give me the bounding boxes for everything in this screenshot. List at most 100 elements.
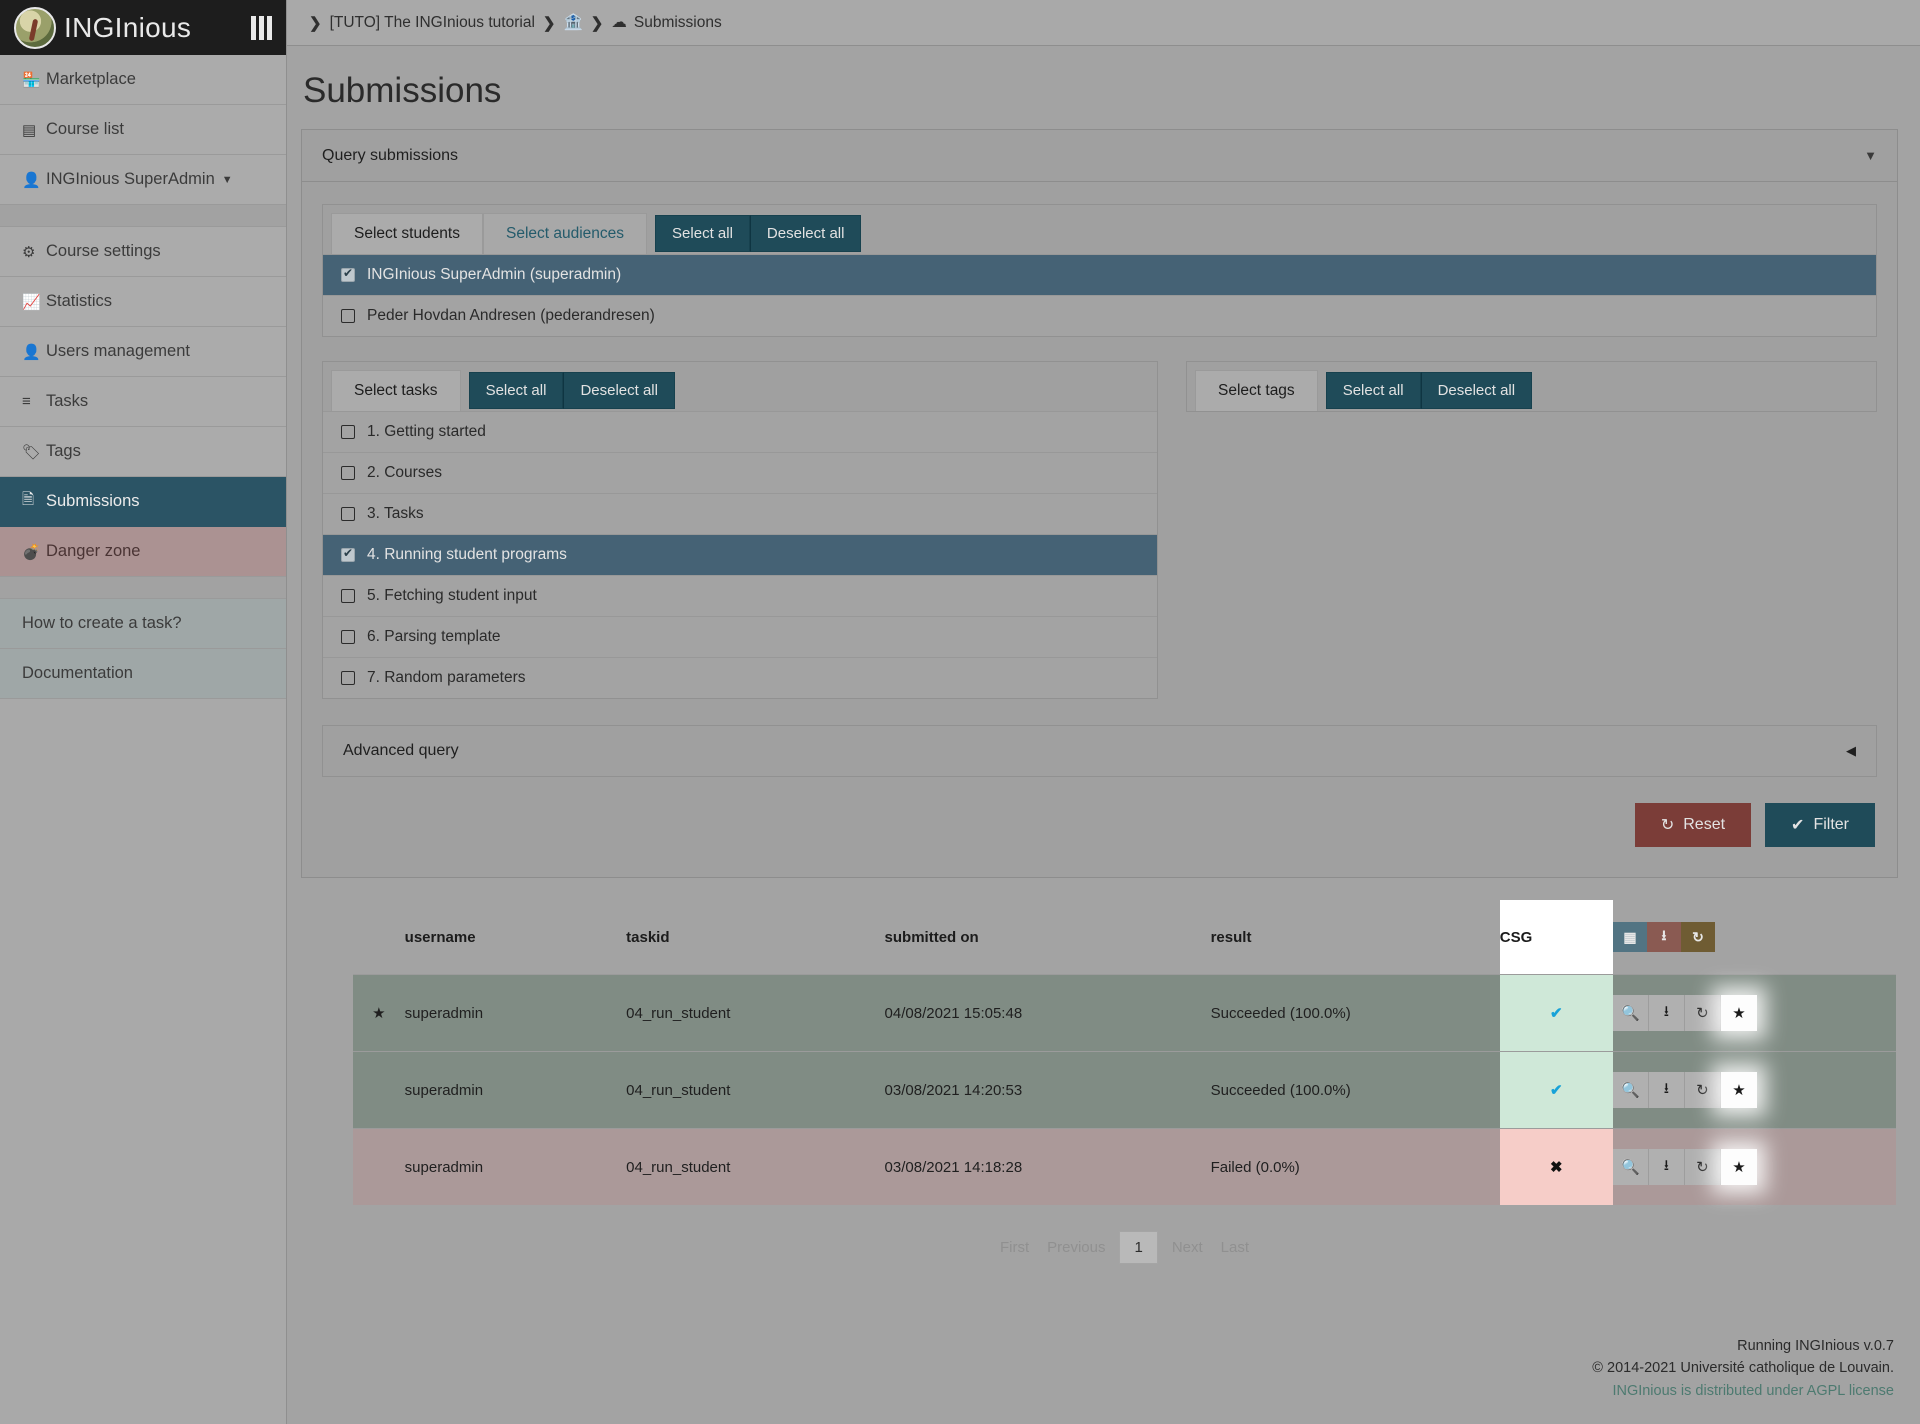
task-checkbox[interactable] xyxy=(341,507,355,521)
check-icon: ✔ xyxy=(1550,1005,1563,1022)
sidebar-item-course-list[interactable]: ▤ Course list xyxy=(0,105,286,155)
cell-taskid: 04_run_student xyxy=(626,974,885,1052)
task-label: 1. Getting started xyxy=(367,423,486,440)
table-row[interactable]: superadmin 04_run_student 03/08/2021 14:… xyxy=(353,1128,1896,1205)
tasks-tabs: Select tasks Select all Deselect all xyxy=(323,362,1157,411)
filter-button[interactable]: ✔ Filter xyxy=(1765,803,1875,847)
refresh-icon[interactable]: ↻ xyxy=(1684,1149,1721,1185)
task-label: 7. Random parameters xyxy=(367,669,526,686)
search-icon[interactable]: 🔍 xyxy=(1612,995,1649,1031)
hamburger-bars-icon[interactable] xyxy=(251,15,272,40)
table-icon[interactable]: ▦ xyxy=(1612,922,1647,952)
footer-license[interactable]: INGInious is distributed under AGPL lice… xyxy=(1592,1380,1894,1402)
sidebar-item-documentation[interactable]: Documentation xyxy=(0,649,286,699)
advanced-query-header[interactable]: Advanced query ◀ xyxy=(322,725,1877,777)
star-icon[interactable]: ★ xyxy=(1720,1072,1757,1108)
sidebar-item-users-management[interactable]: 👤 Users management xyxy=(0,327,286,377)
sidebar: INGInious 🏪 Marketplace ▤ Course list 👤 … xyxy=(0,0,287,1424)
tags-select-all-button[interactable]: Select all xyxy=(1325,371,1421,409)
student-row[interactable]: Peder Hovdan Andresen (pederandresen) xyxy=(323,295,1876,336)
download-icon[interactable]: ⭳ xyxy=(1648,995,1685,1031)
tab-select-tags[interactable]: Select tags xyxy=(1195,370,1318,411)
sidebar-item-course-settings[interactable]: ⚙ Course settings xyxy=(0,227,286,277)
sidebar-item-label: Users management xyxy=(46,342,190,360)
sidebar-item-danger-zone[interactable]: 💣 Danger zone xyxy=(0,527,286,577)
best-col-header xyxy=(353,900,405,975)
tab-select-audiences[interactable]: Select audiences xyxy=(482,213,648,254)
cross-icon: ✖ xyxy=(1550,1159,1563,1176)
sidebar-item-statistics[interactable]: 📈 Statistics xyxy=(0,277,286,327)
cell-username: superadmin xyxy=(404,1051,627,1129)
store-icon: 🏪 xyxy=(22,71,41,89)
chevron-down-icon[interactable]: ▼ xyxy=(1864,148,1877,163)
task-row[interactable]: 1. Getting started xyxy=(323,411,1157,452)
download-icon[interactable]: ⭳ xyxy=(1646,922,1681,952)
reset-button[interactable]: ↻ Reset xyxy=(1634,803,1752,847)
filter-button-label: Filter xyxy=(1813,816,1849,833)
student-checkbox[interactable] xyxy=(341,266,355,282)
pagination-first[interactable]: First xyxy=(996,1232,1033,1263)
select-tags-panel: Select tags Select all Deselect all xyxy=(1186,361,1877,412)
pagination-previous[interactable]: Previous xyxy=(1043,1232,1109,1263)
table-row[interactable]: ★ superadmin 04_run_student 04/08/2021 1… xyxy=(353,974,1896,1052)
students-deselect-all-button[interactable]: Deselect all xyxy=(749,214,862,252)
pagination-next[interactable]: Next xyxy=(1168,1232,1207,1263)
star-icon[interactable]: ★ xyxy=(1720,1149,1757,1185)
query-submissions-header[interactable]: Query submissions ▼ xyxy=(302,130,1897,182)
tab-select-students[interactable]: Select students xyxy=(331,213,483,254)
students-tabs: Select students Select audiences Select … xyxy=(323,205,1876,254)
task-checkbox[interactable] xyxy=(341,671,355,685)
sidebar-nav-main: 🏪 Marketplace ▤ Course list 👤 INGInious … xyxy=(0,55,286,599)
task-checkbox[interactable] xyxy=(341,630,355,644)
task-row[interactable]: 6. Parsing template xyxy=(323,616,1157,657)
student-label: Peder Hovdan Andresen (pederandresen) xyxy=(367,307,655,324)
task-row[interactable]: 7. Random parameters xyxy=(323,657,1157,698)
refresh-icon[interactable]: ↻ xyxy=(1684,995,1721,1031)
advanced-query-title: Advanced query xyxy=(343,742,459,759)
pagination-last[interactable]: Last xyxy=(1217,1232,1253,1263)
breadcrumb-course-link[interactable]: [TUTO] The INGInious tutorial xyxy=(330,14,535,32)
sidebar-item-submissions[interactable]: 🗎 Submissions xyxy=(0,477,286,527)
chevron-left-icon[interactable]: ◀ xyxy=(1846,743,1856,759)
chevron-down-icon: ▼ xyxy=(221,173,233,186)
task-row[interactable]: 3. Tasks xyxy=(323,493,1157,534)
table-row[interactable]: superadmin 04_run_student 03/08/2021 14:… xyxy=(353,1051,1896,1129)
student-row[interactable]: INGInious SuperAdmin (superadmin) xyxy=(323,254,1876,295)
student-checkbox[interactable] xyxy=(341,309,355,323)
students-select-all-button[interactable]: Select all xyxy=(655,214,750,252)
sidebar-item-marketplace[interactable]: 🏪 Marketplace xyxy=(0,55,286,105)
task-checkbox[interactable] xyxy=(341,546,355,562)
tab-select-tasks[interactable]: Select tasks xyxy=(331,370,461,411)
query-actions: ↻ Reset ✔ Filter xyxy=(322,777,1877,861)
task-row[interactable]: 2. Courses xyxy=(323,452,1157,493)
sidebar-item-label: Marketplace xyxy=(46,70,136,88)
task-row[interactable]: 4. Running student programs xyxy=(323,534,1157,575)
cell-row-actions: 🔍 ⭳ ↻ ★ xyxy=(1612,974,1896,1052)
bank-icon[interactable]: 🏦 xyxy=(563,13,582,32)
pagination-current-page[interactable]: 1 xyxy=(1119,1231,1158,1264)
cell-username: superadmin xyxy=(404,974,627,1052)
task-checkbox[interactable] xyxy=(341,589,355,603)
sidebar-item-how-to-create-task[interactable]: How to create a task? xyxy=(0,599,286,649)
task-checkbox[interactable] xyxy=(341,425,355,439)
refresh-icon[interactable]: ↻ xyxy=(1684,1072,1721,1108)
refresh-icon[interactable]: ↻ xyxy=(1680,922,1715,952)
sidebar-item-tags[interactable]: 🏷 Tags xyxy=(0,427,286,477)
cell-submitted-on: 04/08/2021 15:05:48 xyxy=(884,974,1211,1052)
star-icon[interactable]: ★ xyxy=(1720,995,1757,1031)
sidebar-item-label: Documentation xyxy=(22,664,133,682)
search-icon[interactable]: 🔍 xyxy=(1612,1149,1649,1185)
sidebar-item-user-menu[interactable]: 👤 INGInious SuperAdmin ▼ xyxy=(0,155,286,205)
download-icon[interactable]: ⭳ xyxy=(1648,1072,1685,1108)
tags-deselect-all-button[interactable]: Deselect all xyxy=(1420,371,1533,409)
download-icon[interactable]: ⭳ xyxy=(1648,1149,1685,1185)
sidebar-divider xyxy=(0,205,286,227)
cell-row-actions: 🔍 ⭳ ↻ ★ xyxy=(1612,1128,1896,1205)
search-icon[interactable]: 🔍 xyxy=(1612,1072,1649,1108)
task-checkbox[interactable] xyxy=(341,466,355,480)
task-row[interactable]: 5. Fetching student input xyxy=(323,575,1157,616)
tasks-deselect-all-button[interactable]: Deselect all xyxy=(563,371,675,409)
sidebar-item-tasks[interactable]: ≡ Tasks xyxy=(0,377,286,427)
tasks-select-all-button[interactable]: Select all xyxy=(468,371,564,409)
cell-submitted-on: 03/08/2021 14:18:28 xyxy=(884,1128,1211,1205)
